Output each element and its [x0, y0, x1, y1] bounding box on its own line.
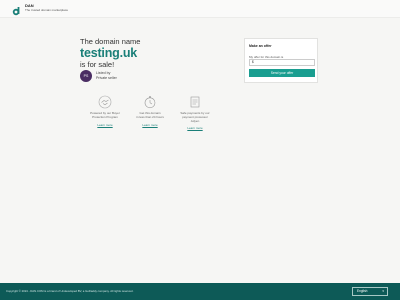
receipt-icon	[188, 95, 202, 109]
hero: The domain name testing.uk is for sale!	[80, 37, 210, 69]
offer-amount-input[interactable]: $	[249, 59, 315, 66]
offer-card: Make an offer My offer for this domain i…	[244, 38, 318, 83]
stopwatch-icon	[143, 95, 157, 109]
hero-intro: The domain name	[80, 37, 141, 46]
features: Powered by our Buyer Protection Program …	[88, 95, 218, 135]
learn-more-link[interactable]: Learn more	[178, 126, 212, 130]
feature-desc-line: Protection Program	[92, 114, 118, 119]
chevron-down-icon: ▾	[382, 289, 384, 293]
send-offer-button[interactable]: Send your offer	[249, 69, 315, 77]
offer-title: Make an offer	[249, 44, 272, 48]
learn-more-link[interactable]: Learn more	[88, 123, 122, 127]
feature-desc-line: in less than 24 hours	[136, 114, 164, 119]
seller-name: Private seller	[96, 76, 117, 80]
feature-safe-payments: Safe payments by our payment processor A…	[178, 95, 212, 130]
domain-name: testing.uk	[80, 46, 138, 60]
footer-copyright: Copyright © 2024 - DAN.COM is a brand of…	[6, 289, 134, 293]
learn-more-link[interactable]: Learn more	[133, 123, 167, 127]
footer: Copyright © 2024 - DAN.COM is a brand of…	[0, 283, 400, 300]
hero-for-sale: is for sale!	[80, 60, 115, 69]
top-bar: DAN The trusted domain marketplace	[0, 0, 400, 18]
brand-tagline: The trusted domain marketplace	[25, 8, 69, 12]
handshake-icon	[98, 95, 112, 109]
language-label: English	[357, 289, 368, 293]
dan-logo-icon	[12, 3, 22, 16]
language-select[interactable]: English ▾	[352, 287, 388, 296]
logo[interactable]: DAN The trusted domain marketplace	[12, 3, 69, 16]
currency-symbol: $	[252, 60, 254, 64]
avatar: PS	[80, 70, 92, 82]
seller-info: PS Listed by Private seller	[80, 70, 117, 82]
feature-desc-line: payment processor Adyen	[182, 114, 208, 123]
feature-fast-transfer: Get this domain in less than 24 hours Le…	[133, 95, 167, 127]
feature-buyer-protection: Powered by our Buyer Protection Program …	[88, 95, 122, 127]
